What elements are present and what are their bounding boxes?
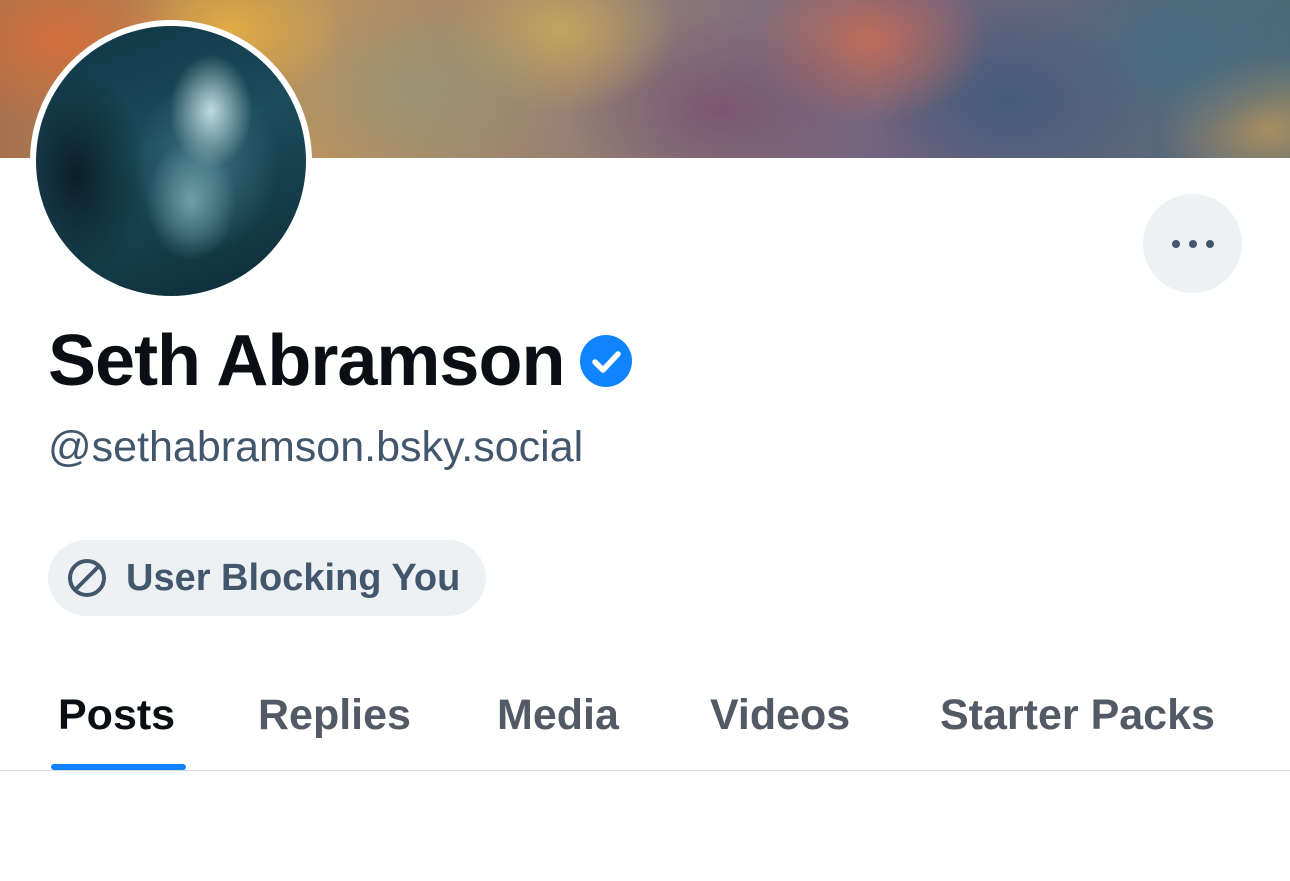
tab-replies[interactable]: Replies bbox=[258, 660, 411, 770]
block-status-label: User Blocking You bbox=[126, 556, 461, 599]
verified-check-icon[interactable] bbox=[580, 335, 633, 387]
more-horizontal-icon bbox=[1171, 239, 1214, 248]
tab-videos[interactable]: Videos bbox=[710, 660, 850, 770]
block-icon bbox=[68, 559, 106, 597]
tab-starter-packs[interactable]: Starter Packs bbox=[940, 660, 1215, 770]
tab-posts[interactable]: Posts bbox=[58, 660, 175, 770]
profile-tabs: Posts Replies Media Videos Starter Packs bbox=[0, 660, 1290, 770]
display-name-row: Seth Abramson bbox=[48, 321, 633, 401]
display-name: Seth Abramson bbox=[48, 321, 565, 401]
avatar[interactable] bbox=[36, 26, 306, 296]
block-status-badge[interactable]: User Blocking You bbox=[48, 540, 487, 616]
more-options-button[interactable] bbox=[1143, 194, 1242, 293]
tabs-divider bbox=[0, 770, 1290, 771]
profile-handle: @sethabramson.bsky.social bbox=[48, 423, 584, 471]
tab-media[interactable]: Media bbox=[497, 660, 619, 770]
